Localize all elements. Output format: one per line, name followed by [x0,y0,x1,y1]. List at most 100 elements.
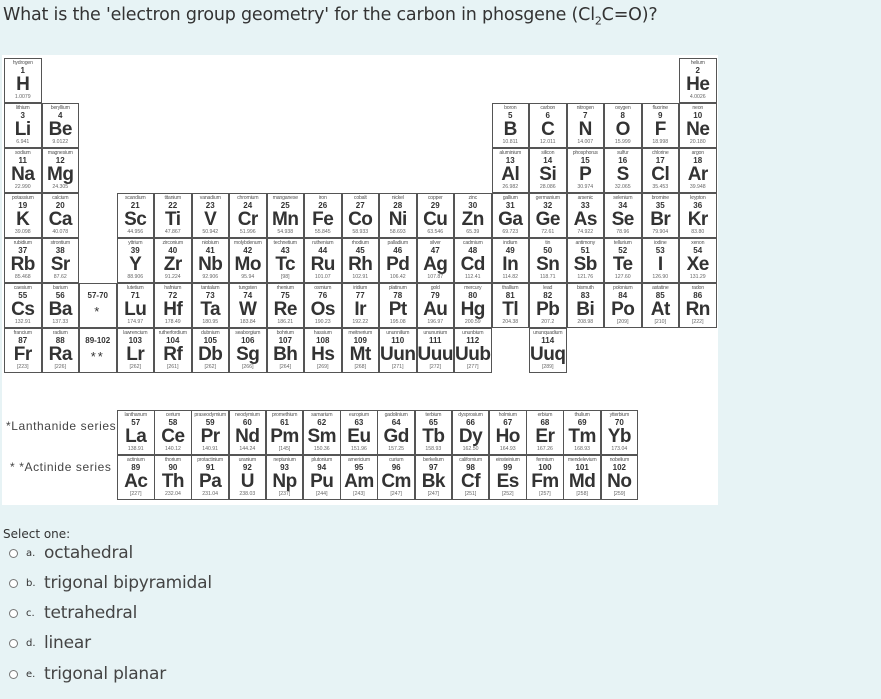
element-symbol: Kr [687,209,709,230]
element-symbol: Tb [422,426,445,447]
periodic-table-image: *Lanthanide series * *Actinide series hy… [2,55,718,505]
option-text[interactable]: trigonal bipyramidal [44,573,212,593]
element-symbol: Pu [310,470,334,492]
element-symbol: Pm [270,426,299,447]
radio-button[interactable] [9,548,18,558]
element-symbol: Am [344,470,374,492]
atomic-mass: 92.906 [202,274,219,280]
element-symbol: Mg [47,164,74,185]
element-cell-he: helium 2 He 4.0026 [679,58,717,103]
element-symbol: Co [348,209,373,230]
radio-button[interactable] [9,578,18,588]
element-symbol: F [654,119,667,140]
element-cell-bi: bismuth 83 Bi 208.98 [566,283,604,328]
element-symbol: Br [650,209,671,230]
element-symbol: Tc [275,254,296,275]
element-symbol: V [204,209,217,230]
atomic-mass: 102.91 [352,274,369,280]
element-cell-be: beryllium 4 Be 9.0122 [41,103,79,148]
atomic-mass: 162.50 [462,446,479,452]
atomic-mass: 127.60 [614,274,631,280]
element-cell-ir: iridium 77 Ir 192.22 [341,283,379,328]
element-cell-sm: samarium 62 Sm 150.36 [303,410,341,455]
element-cell-i: iodine 53 I 126.90 [641,238,679,283]
atomic-mass: [223] [16,364,29,370]
element-cell-la: lanthanum 57 La 138.91 [117,410,155,455]
element-cell-ne: neon 10 Ne 20.180 [679,103,717,148]
element-symbol: Gd [383,426,409,447]
atomic-mass: 173.04 [611,446,628,452]
element-symbol: Si [539,164,557,185]
answer-option[interactable]: e. trigonal planar [9,661,166,687]
atomic-mass: 54.938 [277,229,294,235]
radio-button[interactable] [9,669,18,679]
atomic-mass: 231.04 [202,490,219,497]
atomic-mass: 91.224 [164,274,181,280]
element-symbol: Cf [461,470,481,492]
answer-option[interactable]: c. tetrahedral [9,600,137,626]
atomic-mass: 6.941 [16,139,30,145]
element-symbol: Ce [161,426,185,447]
element-cell-ni: nickel 28 Ni 58.693 [379,193,417,238]
element-symbol: U [240,470,255,492]
atomic-mass: [258] [576,490,588,497]
element-symbol: Ti [164,209,181,230]
element-symbol: Be [48,119,73,140]
element-symbol: No [607,470,632,492]
element-symbol: P [579,164,592,185]
answer-option[interactable]: a. octahedral [9,540,133,566]
element-symbol: Ca [48,209,73,230]
series-placeholder-cell: 57-70 * [79,283,117,328]
answer-option[interactable]: b. trigonal bipyramidal [9,570,212,596]
element-symbol: Rb [10,254,36,275]
radio-button[interactable] [9,638,18,648]
atomic-mass: [226] [54,364,67,370]
atomic-mass: 196.97 [427,319,444,325]
element-cell-fm: fermium 100 Fm [257] [526,454,564,500]
element-symbol: As [573,209,598,230]
atomic-mass: 58.933 [352,229,369,235]
atomic-mass: 132.91 [14,319,31,325]
question-suffix: C=O)? [601,5,658,25]
atomic-mass: 14.007 [577,139,594,145]
atomic-mass: [222] [691,319,704,325]
element-cell-ge: germanium 32 Ge 72.61 [529,193,567,238]
element-cell-hs: hassium 108 Hs [269] [304,328,342,373]
element-symbol: Pa [199,470,222,492]
element-symbol: Lr [126,344,145,365]
element-cell-xe: xenon 54 Xe 131.29 [679,238,717,283]
element-symbol: Es [496,470,520,492]
element-symbol: O [615,119,631,140]
option-text[interactable]: tetrahedral [44,603,137,623]
option-text[interactable]: trigonal planar [44,664,166,684]
element-symbol: Rh [348,254,373,275]
question-prefix: What is the 'electron group geometry' fo… [3,5,595,25]
element-symbol: Hg [460,299,486,320]
element-cell-cl: chlorine 17 Cl 35.453 [641,148,679,193]
element-cell-pd: palladium 46 Pd 106.42 [379,238,417,283]
atomic-mass: 28.086 [539,184,556,190]
element-symbol: Nd [235,426,260,447]
atomic-mass: [252] [501,490,514,497]
element-symbol: Dy [458,426,483,447]
element-cell-cm: curium 96 Cm [247] [377,454,415,500]
atomic-mass: 12.011 [540,139,556,145]
element-cell-as: arsenic 33 As 74.922 [566,193,604,238]
option-text[interactable]: linear [44,633,91,653]
element-symbol: Ho [495,426,521,447]
element-symbol: Al [501,164,520,185]
element-symbol: Ta [200,299,221,320]
element-cell-tc: technetium 43 Tc [98] [266,238,304,283]
lanthanide-series-label: *Lanthanide series [6,419,117,433]
element-cell-y: yttrium 39 Y 88.906 [116,238,154,283]
element-cell-lu: lutetium 71 Lu 174.97 [116,283,154,328]
element-symbol: Yb [607,426,632,447]
atomic-mass: 164.93 [499,446,516,452]
atomic-mass: 39.098 [14,229,31,235]
atomic-mass: 200.59 [464,319,481,325]
option-text[interactable]: octahedral [44,543,133,563]
radio-button[interactable] [9,608,18,618]
answer-option[interactable]: d. linear [9,630,91,656]
element-cell-eu: europium 63 Eu 151.96 [340,410,378,455]
atomic-mass: 121.76 [577,274,594,280]
